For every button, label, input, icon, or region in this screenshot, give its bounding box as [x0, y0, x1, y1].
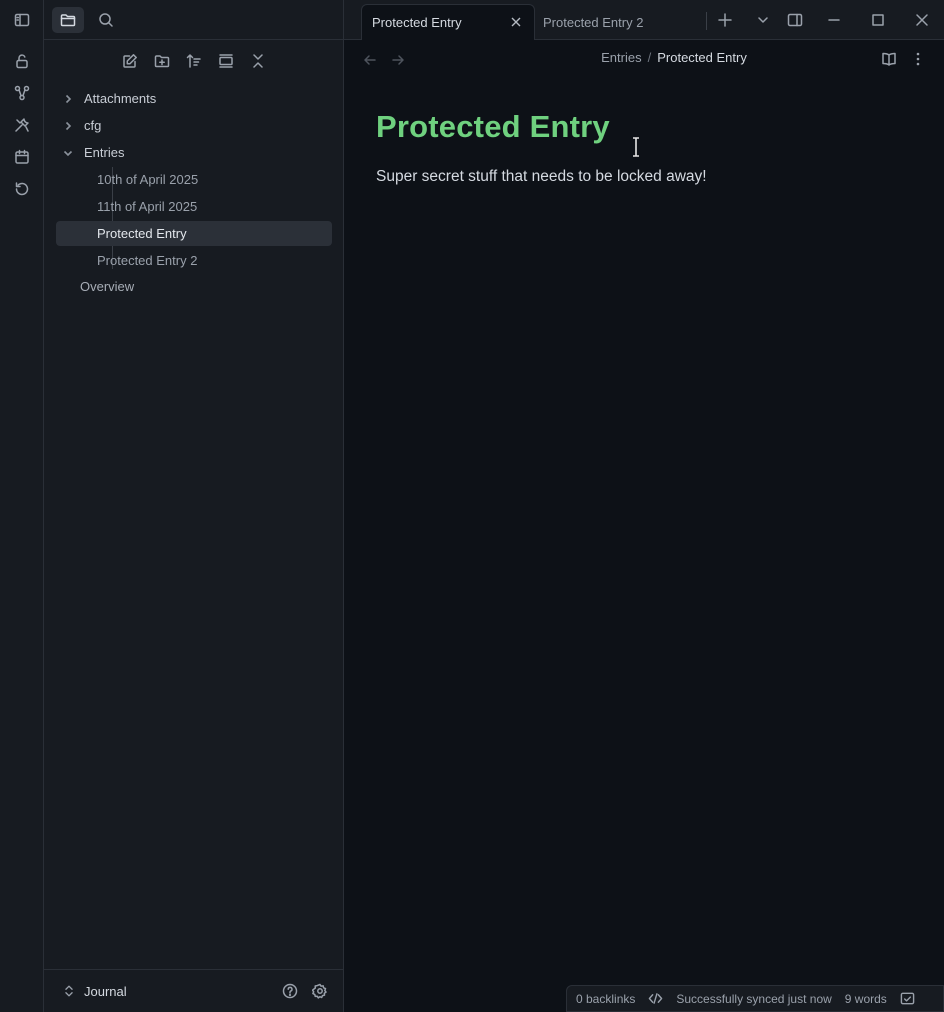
breadcrumb-current[interactable]: Protected Entry: [657, 50, 747, 65]
calendar-icon[interactable]: [12, 147, 32, 167]
sort-icon[interactable]: [185, 52, 203, 70]
tab-bar: Protected Entry Protected Entry 2: [344, 0, 944, 40]
tree-file-overview[interactable]: Overview: [80, 274, 332, 299]
tree-item-label: Overview: [80, 279, 135, 294]
tree-item-label: cfg: [84, 118, 102, 133]
file-explorer-sidebar: Attachments cfg Entries 10th of April 20…: [44, 0, 344, 1012]
tab-label: Protected Entry 2: [543, 14, 644, 30]
auto-reveal-icon[interactable]: [217, 52, 235, 70]
toggle-right-sidebar-icon[interactable]: [787, 12, 803, 28]
files-tab-icon[interactable]: [52, 7, 84, 33]
tree-folder-attachments[interactable]: Attachments: [62, 86, 332, 111]
tree-item-label: Entries: [84, 145, 125, 160]
minimize-window-icon[interactable]: [826, 12, 842, 28]
breadcrumb-separator: /: [647, 50, 652, 65]
text-cursor-ibeam-icon: [631, 137, 641, 157]
sync-check-icon[interactable]: [900, 991, 915, 1006]
sync-status[interactable]: Successfully synced just now: [676, 992, 831, 1006]
left-ribbon: [0, 0, 44, 1012]
vault-switcher-bar: Journal: [44, 969, 344, 1012]
collapse-all-icon[interactable]: [249, 52, 267, 70]
sidebar-header: [44, 0, 344, 40]
maximize-window-icon[interactable]: [870, 12, 886, 28]
chevron-down-icon: [62, 147, 74, 159]
tree-item-label: 10th of April 2025: [97, 172, 199, 187]
toggle-sidebar-icon[interactable]: [14, 12, 30, 28]
tab-divider: [706, 12, 707, 30]
tree-item-label: Protected Entry 2: [97, 253, 198, 268]
tab-label: Protected Entry: [372, 15, 462, 30]
word-count: 9 words: [844, 991, 887, 1006]
reading-view-book-icon[interactable]: [881, 51, 897, 67]
help-icon[interactable]: [282, 983, 298, 999]
tree-file-protected-entry[interactable]: Protected Entry: [56, 221, 332, 246]
close-tab-icon[interactable]: [510, 16, 524, 30]
tree-file-protected-entry-2[interactable]: Protected Entry 2: [97, 248, 332, 273]
breadcrumb: Entries / Protected Entry: [344, 50, 944, 65]
tree-folder-cfg[interactable]: cfg: [62, 113, 332, 138]
history-icon[interactable]: [12, 179, 32, 199]
tab-list-chevron-down-icon[interactable]: [755, 12, 771, 28]
settings-gear-icon[interactable]: [312, 983, 328, 999]
vault-switch-chevrons-icon[interactable]: [62, 984, 76, 998]
tree-item-label: 11th of April 2025: [97, 199, 198, 214]
note-body-text[interactable]: Super secret stuff that needs to be lock…: [376, 168, 707, 186]
search-icon[interactable]: [90, 7, 122, 33]
tree-file-11th-april[interactable]: 11th of April 2025: [97, 194, 332, 219]
graph-view-icon[interactable]: [12, 83, 32, 103]
backlinks-count[interactable]: 0 backlinks: [576, 992, 635, 1006]
file-explorer-toolbar: [44, 50, 344, 72]
more-options-icon[interactable]: [910, 51, 926, 67]
note-title[interactable]: Protected Entry: [376, 109, 610, 145]
new-tab-plus-icon[interactable]: [717, 12, 733, 28]
tree-file-10th-april[interactable]: 10th of April 2025: [97, 167, 332, 192]
new-folder-icon[interactable]: [153, 52, 171, 70]
breadcrumb-parent[interactable]: Entries: [601, 50, 641, 65]
tree-item-label: Attachments: [84, 91, 157, 106]
unlock-icon[interactable]: [12, 51, 32, 71]
vault-name[interactable]: Journal: [84, 984, 127, 999]
close-window-icon[interactable]: [914, 12, 930, 28]
tab-protected-entry-2[interactable]: Protected Entry 2: [543, 4, 703, 40]
tree-item-label: Protected Entry: [97, 226, 187, 241]
tab-protected-entry[interactable]: Protected Entry: [361, 4, 535, 40]
chevron-right-icon: [62, 93, 74, 105]
status-bar: 0 backlinks Successfully synced just now…: [566, 985, 944, 1012]
chevron-right-icon: [62, 120, 74, 132]
editor-pane: Entries / Protected Entry Protected Entry …: [344, 40, 944, 1012]
code-view-icon[interactable]: [648, 991, 663, 1006]
tree-folder-entries[interactable]: Entries: [62, 140, 332, 165]
tools-icon[interactable]: [12, 115, 32, 135]
new-note-icon[interactable]: [121, 52, 139, 70]
